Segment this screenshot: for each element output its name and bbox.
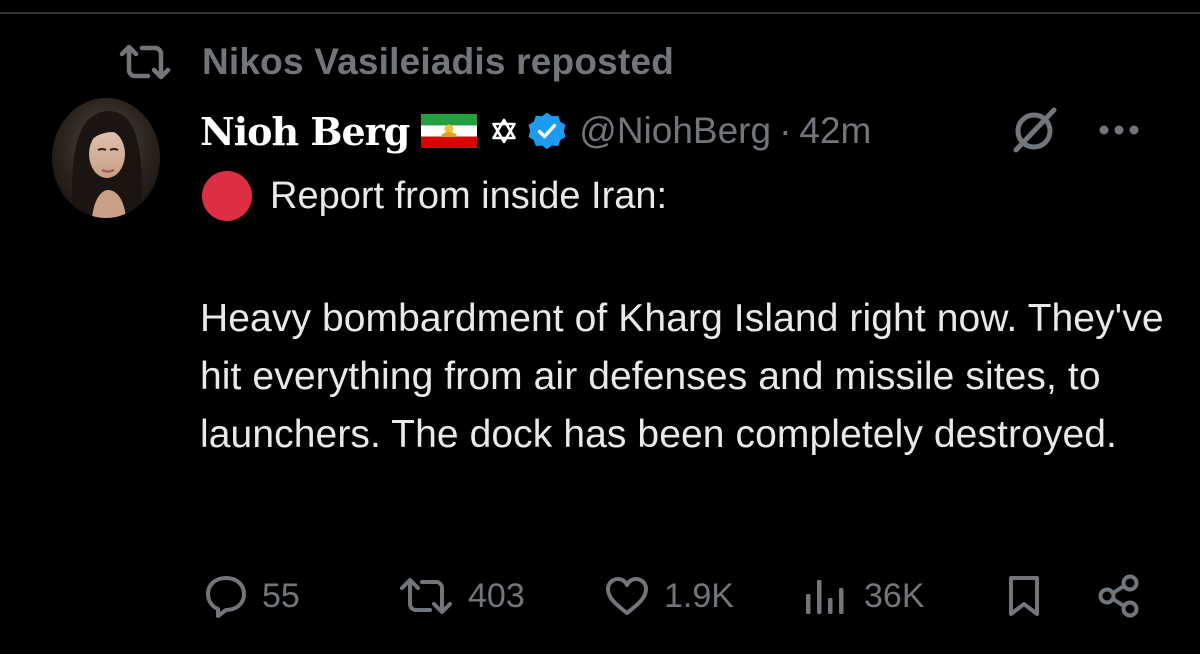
reply-icon [206,576,246,618]
verified-badge-icon [528,112,566,150]
report-text: Report from inside Iran: [270,174,668,217]
views-button[interactable]: 36K [802,568,925,624]
views-count: 36K [864,576,925,615]
top-divider [0,12,1200,14]
star-of-david-icon [492,118,517,144]
reply-button[interactable]: 55 [204,568,300,624]
report-line: Report from inside Iran: [200,168,667,224]
iran-lion-sun-flag-icon [421,114,478,148]
timestamp[interactable]: 42m [799,110,871,152]
repost-header[interactable]: Nikos Vasileiadis reposted [118,38,674,86]
repost-icon [119,44,171,80]
repost-count: 403 [468,576,525,615]
post-body: Heavy bombardment of Kharg Island right … [200,297,1164,456]
share-button[interactable] [1096,568,1142,624]
repost-button[interactable]: 403 [398,568,525,624]
share-icon [1098,574,1139,618]
heart-icon [606,577,648,615]
red-circle-icon [202,171,252,221]
grok-icon[interactable] [1010,104,1060,156]
bookmark-icon [1009,576,1039,616]
action-bar: 55 403 1.9K 36K [0,568,1200,624]
avatar[interactable] [52,98,160,218]
repost-action-icon [400,578,452,614]
views-icon [806,580,844,614]
reply-count: 55 [262,576,300,615]
handle[interactable]: @NiohBerg [579,110,771,152]
separator-dot: · [779,110,792,151]
like-button[interactable]: 1.9K [604,568,734,624]
repost-label: Nikos Vasileiadis reposted [202,41,675,82]
display-name[interactable]: Nioh Berg [200,109,410,154]
like-count: 1.9K [664,576,734,615]
post-header: Nioh Berg @NiohBerg · 42m [200,100,871,162]
more-options-icon[interactable] [1098,124,1140,136]
bookmark-button[interactable] [1006,568,1042,624]
